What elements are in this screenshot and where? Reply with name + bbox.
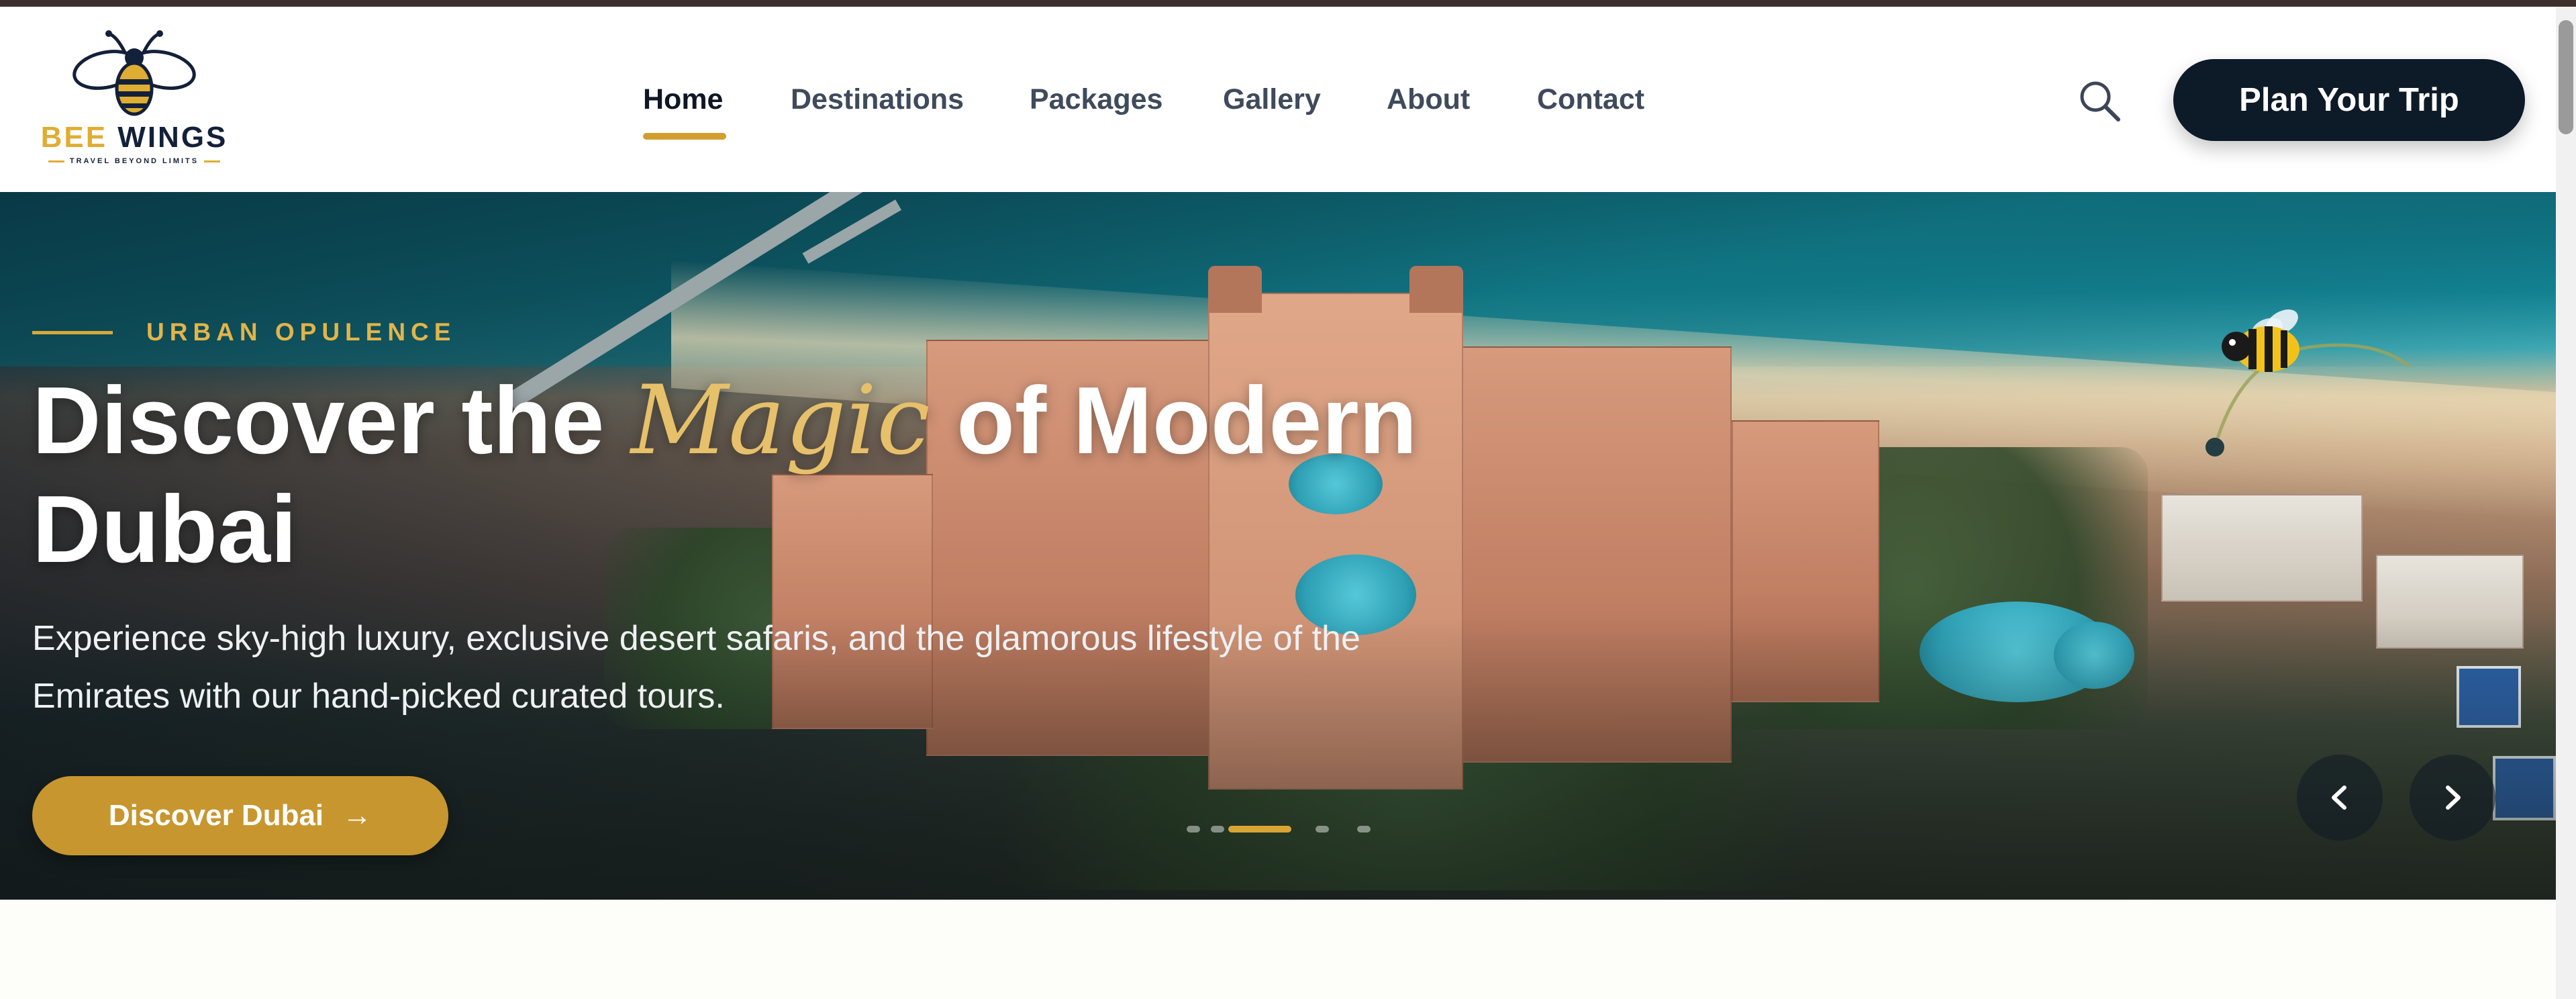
- hero-subtitle: Experience sky-high luxury, exclusive de…: [32, 619, 1360, 716]
- plan-your-trip-button[interactable]: Plan Your Trip: [2173, 59, 2525, 141]
- flying-bee-icon: [2206, 310, 2411, 457]
- top-border: [0, 0, 2576, 7]
- slider-next-button[interactable]: [2410, 755, 2495, 841]
- hero-title: Discover the Magic of Modern Dubai: [32, 367, 1442, 584]
- discover-dubai-label: Discover Dubai: [108, 799, 324, 832]
- hero-title-highlight: Magic: [630, 365, 930, 476]
- page-scrollbar[interactable]: [2556, 7, 2576, 999]
- nav-home-label: Home: [643, 83, 724, 115]
- hero-slider: URBAN OPULENCE Discover the Magic of Mod…: [0, 192, 2556, 900]
- hero-eyebrow: URBAN OPULENCE: [32, 318, 456, 346]
- arrow-right-icon: →: [342, 799, 373, 832]
- hero-title-before: Discover the: [32, 367, 631, 474]
- nav-gallery[interactable]: Gallery: [1223, 83, 1321, 116]
- brand-logo[interactable]: BEE WINGS TRAVEL BEYOND LIMITS: [34, 30, 235, 171]
- brand-name-bee: BEE: [40, 121, 108, 154]
- discover-dubai-button[interactable]: Discover Dubai →: [32, 776, 448, 855]
- brand-tagline: TRAVEL BEYOND LIMITS: [34, 157, 235, 165]
- slide-dot-2[interactable]: [1211, 826, 1224, 832]
- nav-active-indicator: [643, 133, 726, 140]
- slide-dot-4[interactable]: [1316, 826, 1329, 832]
- scrollbar-thumb[interactable]: [2559, 20, 2573, 134]
- eyebrow-line: [32, 330, 113, 334]
- nav-packages[interactable]: Packages: [1030, 83, 1162, 116]
- nav-home[interactable]: Home: [643, 83, 726, 140]
- brand-wordmark: BEE WINGS: [34, 121, 235, 154]
- slide-dot-1[interactable]: [1187, 826, 1200, 832]
- search-button[interactable]: [2077, 78, 2124, 125]
- slider-prev-button[interactable]: [2297, 755, 2383, 841]
- search-icon: [2080, 81, 2120, 122]
- brand-name-wings: WINGS: [117, 121, 228, 154]
- slide-dot-3-active[interactable]: [1228, 826, 1291, 832]
- page-below-hero: [0, 900, 2556, 999]
- nav-about[interactable]: About: [1387, 83, 1470, 116]
- eyebrow-text: URBAN OPULENCE: [146, 318, 456, 346]
- chevron-left-icon: [2332, 786, 2346, 810]
- nav-contact[interactable]: Contact: [1537, 83, 1644, 116]
- slide-dot-5[interactable]: [1357, 826, 1371, 832]
- bee-mascot: [2181, 299, 2436, 467]
- bee-logo-icon: [72, 30, 196, 116]
- nav-destinations[interactable]: Destinations: [791, 83, 964, 116]
- chevron-right-icon: [2446, 786, 2461, 810]
- site-header: BEE WINGS TRAVEL BEYOND LIMITS Home Dest…: [0, 7, 2556, 192]
